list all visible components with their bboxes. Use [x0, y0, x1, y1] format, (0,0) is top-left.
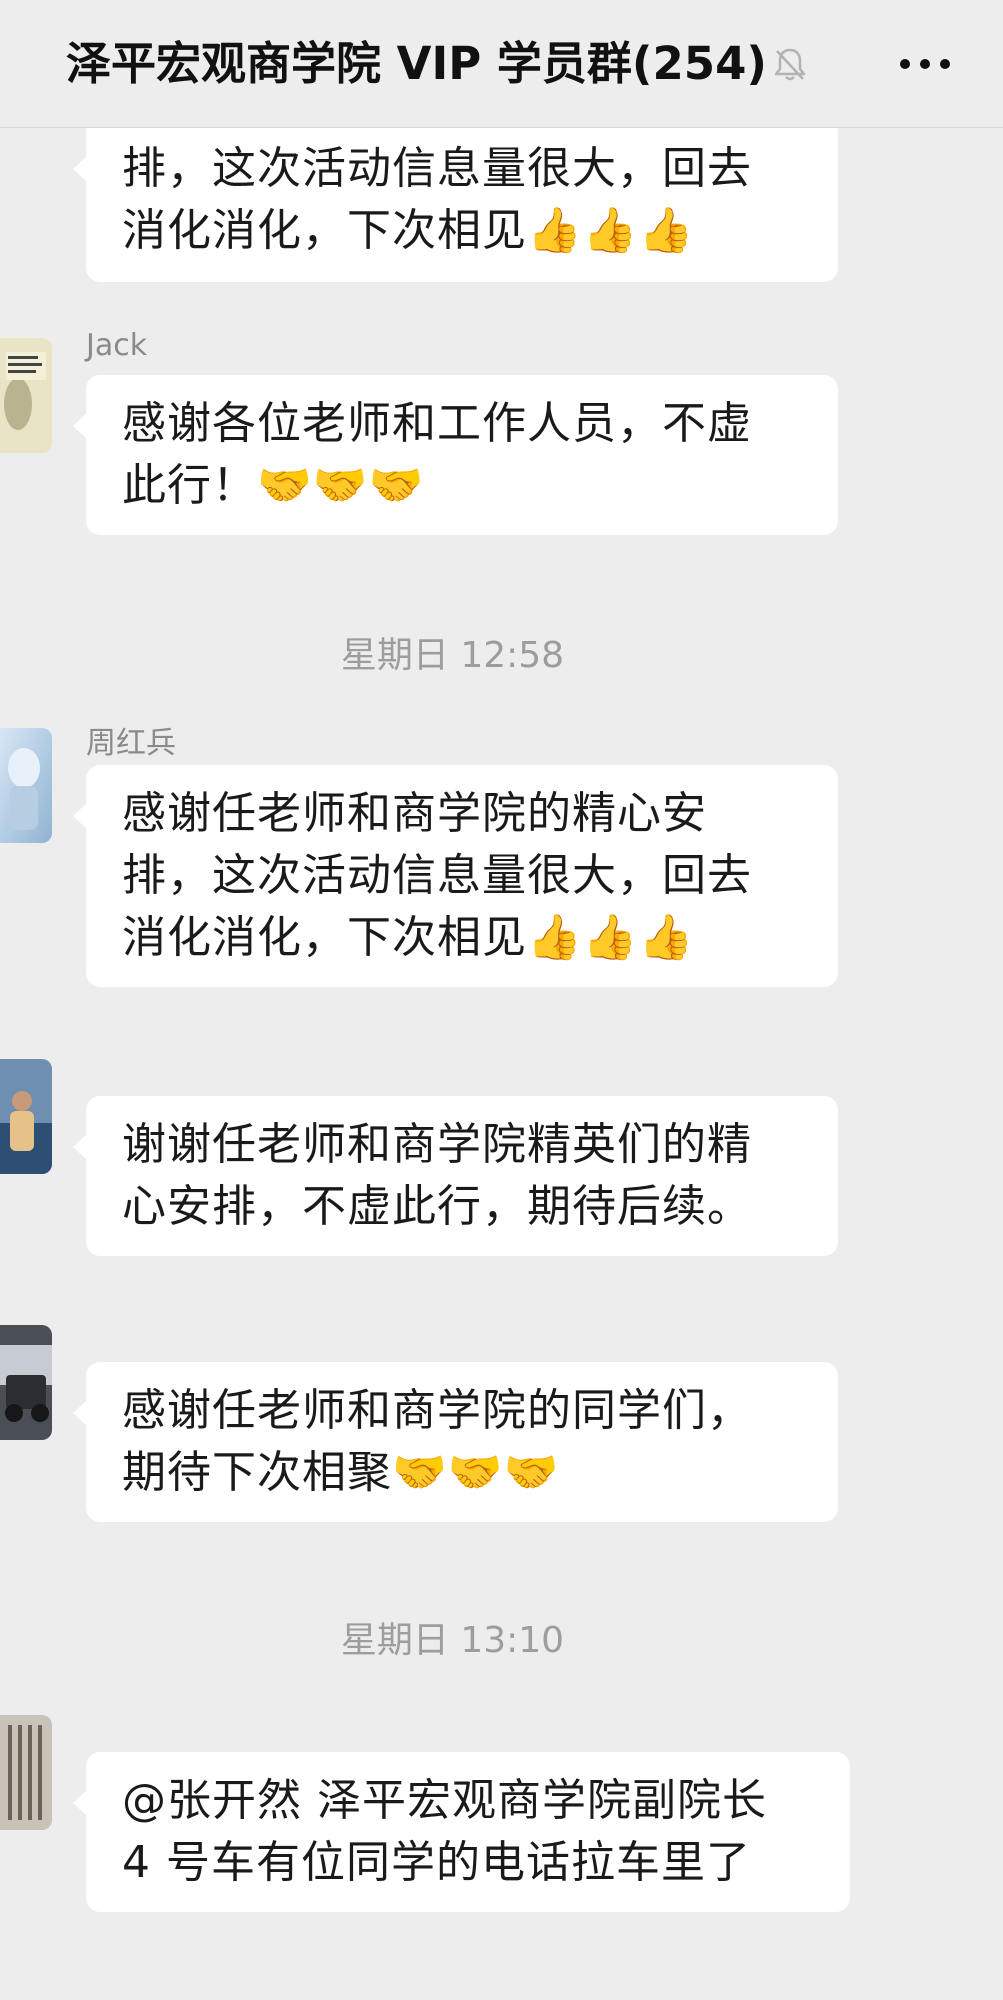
- avatar-image: [0, 728, 52, 843]
- message-text: 4 号车有位同学的电话拉车里了: [122, 1837, 751, 1888]
- message-bubble[interactable]: 感谢各位老师和工作人员，不虚 此行！🤝🤝🤝: [73, 375, 838, 535]
- message-text: 期待下次相聚🤝🤝🤝: [122, 1447, 560, 1498]
- timestamp: 星期日 12:58: [340, 635, 565, 676]
- avatar-zhou-hongbing[interactable]: [0, 728, 52, 843]
- message-bubble[interactable]: 感谢任老师和商学院的精心安 排，这次活动信息量很大，回去 消化消化，下次相见👍👍…: [73, 765, 838, 987]
- message-text: 此行！🤝🤝🤝: [122, 460, 425, 511]
- avatar-image: [0, 1059, 52, 1174]
- message-text: 排，这次活动信息量很大，回去: [122, 850, 752, 901]
- message-text: 感谢任老师和商学院的同学们，: [122, 1385, 752, 1436]
- chat-header: 泽平宏观商学院 VIP 学员群(254): [0, 0, 1003, 128]
- message-bubble[interactable]: 谢谢任老师和商学院精英们的精 心安排，不虚此行，期待后续。: [73, 1096, 838, 1256]
- message-text: 消化消化，下次相见👍👍👍: [122, 205, 695, 256]
- group-title[interactable]: 泽平宏观商学院 VIP 学员群(254): [66, 34, 767, 94]
- avatar[interactable]: [0, 1059, 52, 1174]
- sender-name: 周红兵: [86, 726, 176, 761]
- avatar[interactable]: [0, 1715, 52, 1830]
- avatar-image: [0, 1325, 52, 1440]
- message-list[interactable]: 排，这次活动信息量很大，回去 消化消化，下次相见👍👍👍 Jack 感谢各位老师和…: [0, 0, 1003, 2000]
- message-bubble[interactable]: @张开然 泽平宏观商学院副院长 4 号车有位同学的电话拉车里了: [73, 1752, 850, 1912]
- message-bubble[interactable]: 感谢任老师和商学院的同学们， 期待下次相聚🤝🤝🤝: [73, 1362, 838, 1522]
- bell-muted-icon: [770, 44, 810, 84]
- message-text: 消化消化，下次相见👍👍👍: [122, 912, 695, 963]
- message-text: @张开然 泽平宏观商学院副院长: [122, 1775, 767, 1826]
- timestamp: 星期日 13:10: [340, 1620, 565, 1661]
- more-options-button[interactable]: [893, 40, 957, 88]
- chat-window: 排，这次活动信息量很大，回去 消化消化，下次相见👍👍👍 Jack 感谢各位老师和…: [0, 0, 1003, 2000]
- ellipsis-icon: [940, 59, 950, 69]
- message-bubble[interactable]: 排，这次活动信息量很大，回去 消化消化，下次相见👍👍👍: [73, 118, 838, 282]
- avatar-jack[interactable]: [0, 338, 52, 453]
- message-text: 感谢任老师和商学院的精心安: [122, 788, 707, 839]
- message-text: 感谢各位老师和工作人员，不虚: [122, 398, 752, 449]
- ellipsis-icon: [920, 59, 930, 69]
- avatar-image: [0, 1715, 52, 1830]
- ellipsis-icon: [900, 59, 910, 69]
- message-text: 排，这次活动信息量很大，回去: [122, 143, 752, 194]
- avatar-image: [0, 338, 52, 453]
- message-text: 心安排，不虚此行，期待后续。: [122, 1181, 752, 1232]
- message-text: 谢谢任老师和商学院精英们的精: [122, 1119, 752, 1170]
- avatar[interactable]: [0, 1325, 52, 1440]
- sender-name: Jack: [86, 328, 148, 363]
